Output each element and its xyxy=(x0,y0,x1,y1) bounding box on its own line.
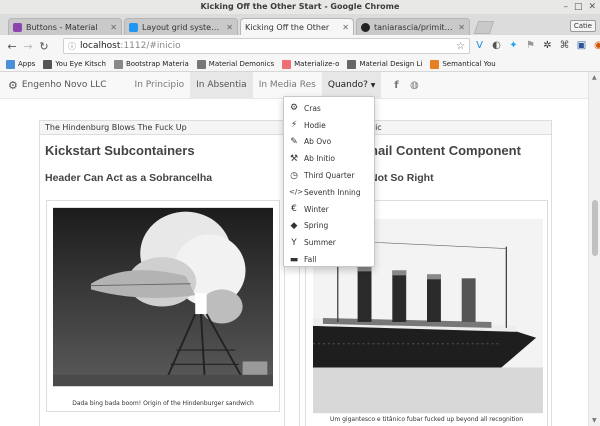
euro-icon: € xyxy=(291,204,297,215)
nav-in-absentia[interactable]: In Absentia xyxy=(190,72,253,99)
panel-subtitle: Header Can Act as a Sobrancelha xyxy=(45,172,213,184)
menu-item-summer[interactable]: Y Summer xyxy=(284,234,374,251)
edit-icon: ✎ xyxy=(290,136,298,147)
tab-kicking-off[interactable]: Kicking Off the Other ✕ xyxy=(240,18,354,35)
tab-layout-grid[interactable]: Layout grid system — ✕ xyxy=(124,18,238,35)
extension-mail-icon[interactable]: ▣ xyxy=(576,40,587,51)
material-favicon-icon xyxy=(13,22,22,32)
facebook-icon[interactable]: f xyxy=(387,80,405,91)
menu-item-hodie[interactable]: ⚡ Hodie xyxy=(284,117,374,134)
nav-in-media-res[interactable]: In Media Res xyxy=(253,72,322,99)
menu-item-spring[interactable]: ◆ Spring xyxy=(284,218,374,235)
extension-orange-icon[interactable]: ◉ xyxy=(593,40,600,51)
panel-subtitle: Not So Right xyxy=(370,172,434,184)
bookmark-icon xyxy=(43,59,53,69)
twitter-icon[interactable]: ✦ xyxy=(508,40,519,51)
bookmark-icon xyxy=(347,59,357,69)
window-title: Kicking Off the Other Start - Google Chr… xyxy=(200,2,400,11)
bookmark-semantical-you[interactable]: Semantical You xyxy=(430,59,496,69)
app-navbar: ⚙ Engenho Novo LLC In Principio In Absen… xyxy=(0,72,588,99)
panel-heading: The Hindenburg Blows The Fuck Up xyxy=(40,121,284,135)
browser-toolbar: ← → ↻ ⓘ localhost:1112/#inicio ☆ V ◐ ✦ ⚑… xyxy=(0,35,600,57)
page-scrollbar[interactable]: ▲ ▼ xyxy=(588,72,600,426)
materialize-icon xyxy=(282,59,292,69)
brand-label: Engenho Novo LLC xyxy=(21,80,107,90)
forward-icon[interactable]: → xyxy=(20,40,36,53)
bookmark-apps[interactable]: Apps xyxy=(6,59,35,69)
reload-icon[interactable]: ↻ xyxy=(36,40,52,53)
window-title-bar: Kicking Off the Other Start - Google Chr… xyxy=(0,0,600,14)
caret-down-icon: ▼ xyxy=(370,81,376,89)
close-icon[interactable]: ✕ xyxy=(588,1,596,13)
tab-strip: Buttons - Material ✕ Layout grid system … xyxy=(0,14,600,35)
window-controls: – □ ✕ xyxy=(563,1,596,13)
bookmark-bootstrap-materia[interactable]: Bootstrap Materia xyxy=(113,59,189,69)
photo-caption: Dada bing bada boom! Origin of the Hinde… xyxy=(72,400,254,407)
nav-quando-dropdown[interactable]: Quando? ▼ xyxy=(321,72,382,99)
brand[interactable]: ⚙ Engenho Novo LLC xyxy=(0,79,115,92)
minimize-icon[interactable]: – xyxy=(563,1,568,13)
extension-flag-icon[interactable]: ⚑ xyxy=(525,40,536,51)
back-icon[interactable]: ← xyxy=(4,40,20,53)
glass-icon: Y xyxy=(291,237,297,248)
maximize-icon[interactable]: □ xyxy=(574,1,583,13)
close-tab-icon[interactable]: ✕ xyxy=(342,23,349,32)
menu-item-cras[interactable]: ⚙ Cras xyxy=(284,100,374,117)
panel-title: nail Content Component xyxy=(370,143,521,158)
menu-item-third-quarter[interactable]: ◷ Third Quarter xyxy=(284,167,374,184)
bookmark-material-design-lite[interactable]: Material Design Li xyxy=(347,59,422,69)
address-bar[interactable]: ⓘ localhost:1112/#inicio ☆ xyxy=(63,38,470,54)
bookmarks-bar: Apps You Eye Kitsch Bootstrap Materia Ma… xyxy=(0,57,600,72)
bookmark-icon xyxy=(113,59,123,69)
profile-button[interactable]: Catie xyxy=(569,20,596,32)
close-tab-icon[interactable]: ✕ xyxy=(110,23,117,32)
github-favicon-icon xyxy=(361,22,370,32)
bookmark-materialize[interactable]: Materialize-o xyxy=(282,59,339,69)
close-tab-icon[interactable]: ✕ xyxy=(226,23,233,32)
github-icon[interactable]: ◍ xyxy=(405,80,423,91)
scroll-down-icon[interactable]: ▼ xyxy=(592,417,597,424)
code-icon: </> xyxy=(289,188,304,197)
cogs-icon: ⚙ xyxy=(289,103,299,114)
info-icon[interactable]: ⓘ xyxy=(68,41,76,52)
menu-item-fall[interactable]: ▬ Fall xyxy=(284,251,374,268)
clock-icon: ◷ xyxy=(290,170,298,181)
scroll-up-icon[interactable]: ▲ xyxy=(592,74,597,81)
extension-v-icon[interactable]: V xyxy=(474,40,485,51)
gears-icon: ⚙ xyxy=(8,78,18,92)
panel-title: Kickstart Subcontainers xyxy=(45,143,195,158)
tab-buttons-material[interactable]: Buttons - Material ✕ xyxy=(8,18,122,35)
car-icon: ▬ xyxy=(289,254,299,265)
extension-gear-icon[interactable]: ✲ xyxy=(542,40,553,51)
bookmark-icon xyxy=(196,59,206,69)
nav-in-principio[interactable]: In Principio xyxy=(129,72,191,99)
gavel-icon: ⚒ xyxy=(289,153,299,164)
hindenburg-thumbnail: Dada bing bada boom! Origin of the Hinde… xyxy=(46,200,280,412)
tint-icon: ◆ xyxy=(290,220,298,231)
extension-puzzle-icon[interactable]: ⌘ xyxy=(559,40,570,51)
scrollbar-thumb[interactable] xyxy=(592,200,598,256)
tab-github-primitive[interactable]: taniarascia/primitive: ✕ xyxy=(356,18,470,35)
apps-icon xyxy=(6,59,15,69)
bookmark-material-demonics[interactable]: Material Demonics xyxy=(196,59,274,69)
hindenburg-photo xyxy=(53,207,273,387)
left-panel: The Hindenburg Blows The Fuck Up Kicksta… xyxy=(39,120,285,426)
photo-caption: Um gigantesco e titânico fubar fucked up… xyxy=(329,416,524,423)
new-tab-button[interactable] xyxy=(473,21,495,34)
bookmark-you-eye-kitsch[interactable]: You Eye Kitsch xyxy=(43,59,106,69)
bookmark-star-icon[interactable]: ☆ xyxy=(456,41,465,52)
semantic-icon xyxy=(430,59,440,69)
quando-dropdown-menu: ⚙ Cras ⚡ Hodie ✎ Ab Ovo ⚒ Ab Initio ◷ Third Q… xyxy=(283,96,375,267)
menu-item-ab-ovo[interactable]: ✎ Ab Ovo xyxy=(284,134,374,151)
menu-item-winter[interactable]: € Winter xyxy=(284,201,374,218)
extension-badge-icon[interactable]: ◐ xyxy=(491,40,502,51)
page-viewport: ⚙ Engenho Novo LLC In Principio In Absen… xyxy=(0,72,588,426)
close-tab-icon[interactable]: ✕ xyxy=(458,23,465,32)
menu-item-seventh-inning[interactable]: </> Seventh Inning xyxy=(284,184,374,201)
extension-icons: V ◐ ✦ ⚑ ✲ ⌘ ▣ ◉ ⋮ xyxy=(474,40,600,51)
menu-item-ab-initio[interactable]: ⚒ Ab Initio xyxy=(284,150,374,167)
layout-favicon-icon xyxy=(129,22,138,32)
bolt-icon: ⚡ xyxy=(290,120,298,131)
